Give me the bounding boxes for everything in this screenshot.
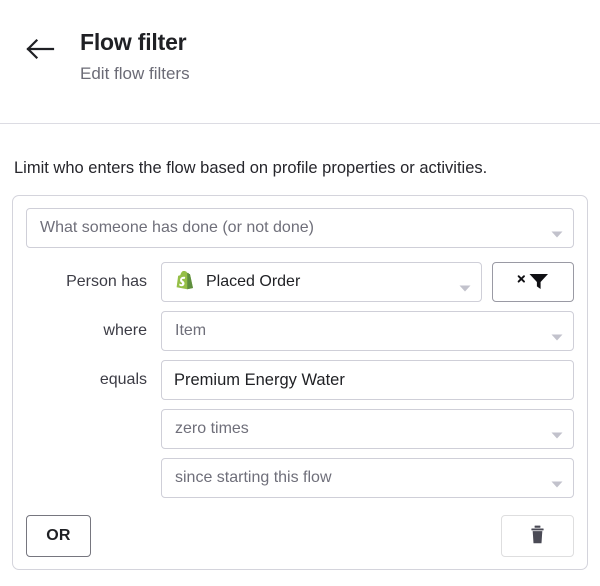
or-button[interactable]: OR bbox=[26, 515, 91, 557]
filter-type-select[interactable]: What someone has done (or not done) bbox=[26, 208, 574, 248]
chevron-down-icon bbox=[551, 426, 563, 438]
frequency-select-value: zero times bbox=[175, 420, 249, 437]
filter-type-select-value: What someone has done (or not done) bbox=[40, 219, 314, 236]
metric-select[interactable]: Placed Order bbox=[161, 262, 482, 302]
condition-row-person-has: Person has Placed Order bbox=[26, 262, 574, 302]
chevron-down-icon bbox=[551, 475, 563, 487]
filter-card: What someone has done (or not done) Pers… bbox=[12, 195, 588, 570]
clear-filter-icon bbox=[516, 271, 550, 294]
trash-icon bbox=[530, 525, 545, 547]
page-body: Limit who enters the flow based on profi… bbox=[0, 157, 600, 570]
shopify-icon bbox=[175, 270, 196, 294]
condition-row-frequency: zero times bbox=[161, 409, 574, 449]
chevron-down-icon bbox=[459, 279, 471, 291]
intro-text: Limit who enters the flow based on profi… bbox=[14, 159, 488, 177]
condition-label-where: where bbox=[103, 322, 147, 339]
condition-row-equals: equals bbox=[26, 360, 574, 400]
condition-label-equals: equals bbox=[99, 371, 147, 388]
clear-filter-button[interactable] bbox=[492, 262, 574, 302]
condition-label-person-has: Person has bbox=[66, 273, 147, 290]
delete-filter-button[interactable] bbox=[501, 515, 574, 557]
timeframe-select-value: since starting this flow bbox=[175, 469, 332, 486]
condition-field-where: Item bbox=[161, 311, 574, 351]
condition-field-group: Placed Order bbox=[161, 262, 574, 302]
dimension-select[interactable]: Item bbox=[161, 311, 574, 351]
page-title: Flow filter bbox=[80, 29, 187, 55]
condition-row-timeframe: since starting this flow bbox=[161, 458, 574, 498]
timeframe-select[interactable]: since starting this flow bbox=[161, 458, 574, 498]
page-subtitle: Edit flow filters bbox=[80, 64, 190, 83]
frequency-select[interactable]: zero times bbox=[161, 409, 574, 449]
page-header: Flow filter Edit flow filters bbox=[0, 0, 600, 124]
arrow-left-icon bbox=[24, 37, 56, 61]
header-text-block: Flow filter Edit flow filters bbox=[80, 27, 190, 86]
filter-card-footer: OR bbox=[26, 515, 574, 557]
dimension-select-value: Item bbox=[175, 322, 207, 339]
condition-field-equals bbox=[161, 360, 574, 400]
chevron-down-icon bbox=[551, 225, 563, 237]
equals-value-input[interactable] bbox=[161, 360, 574, 400]
back-button[interactable] bbox=[18, 32, 62, 66]
metric-select-value: Placed Order bbox=[206, 273, 301, 290]
condition-row-where: where Item bbox=[26, 311, 574, 351]
chevron-down-icon bbox=[551, 328, 563, 340]
